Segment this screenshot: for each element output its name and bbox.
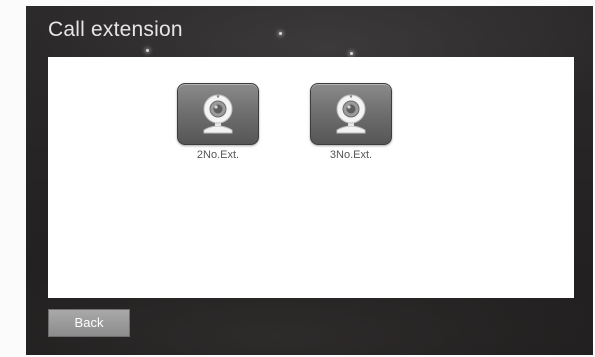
webcam-icon (336, 94, 366, 134)
extension-label: 2No.Ext. (196, 149, 240, 161)
back-button[interactable]: Back (48, 309, 130, 337)
screen-root: Call extension 2No.Ext. 3No.Ext. Back (0, 0, 595, 357)
extension-item-2[interactable]: 2No.Ext. (173, 83, 263, 161)
page-title: Call extension (48, 18, 183, 41)
sparkle-decoration (350, 52, 353, 55)
sparkle-decoration (146, 49, 149, 52)
webcam-icon (203, 94, 233, 134)
extension-label: 3No.Ext. (329, 149, 373, 161)
device-display: Call extension 2No.Ext. 3No.Ext. Back (26, 6, 593, 355)
sparkle-decoration (279, 32, 282, 35)
extension-item-3[interactable]: 3No.Ext. (306, 83, 396, 161)
call-extension-2-button[interactable] (177, 83, 259, 145)
extension-list-panel: 2No.Ext. 3No.Ext. (48, 57, 574, 298)
call-extension-3-button[interactable] (310, 83, 392, 145)
